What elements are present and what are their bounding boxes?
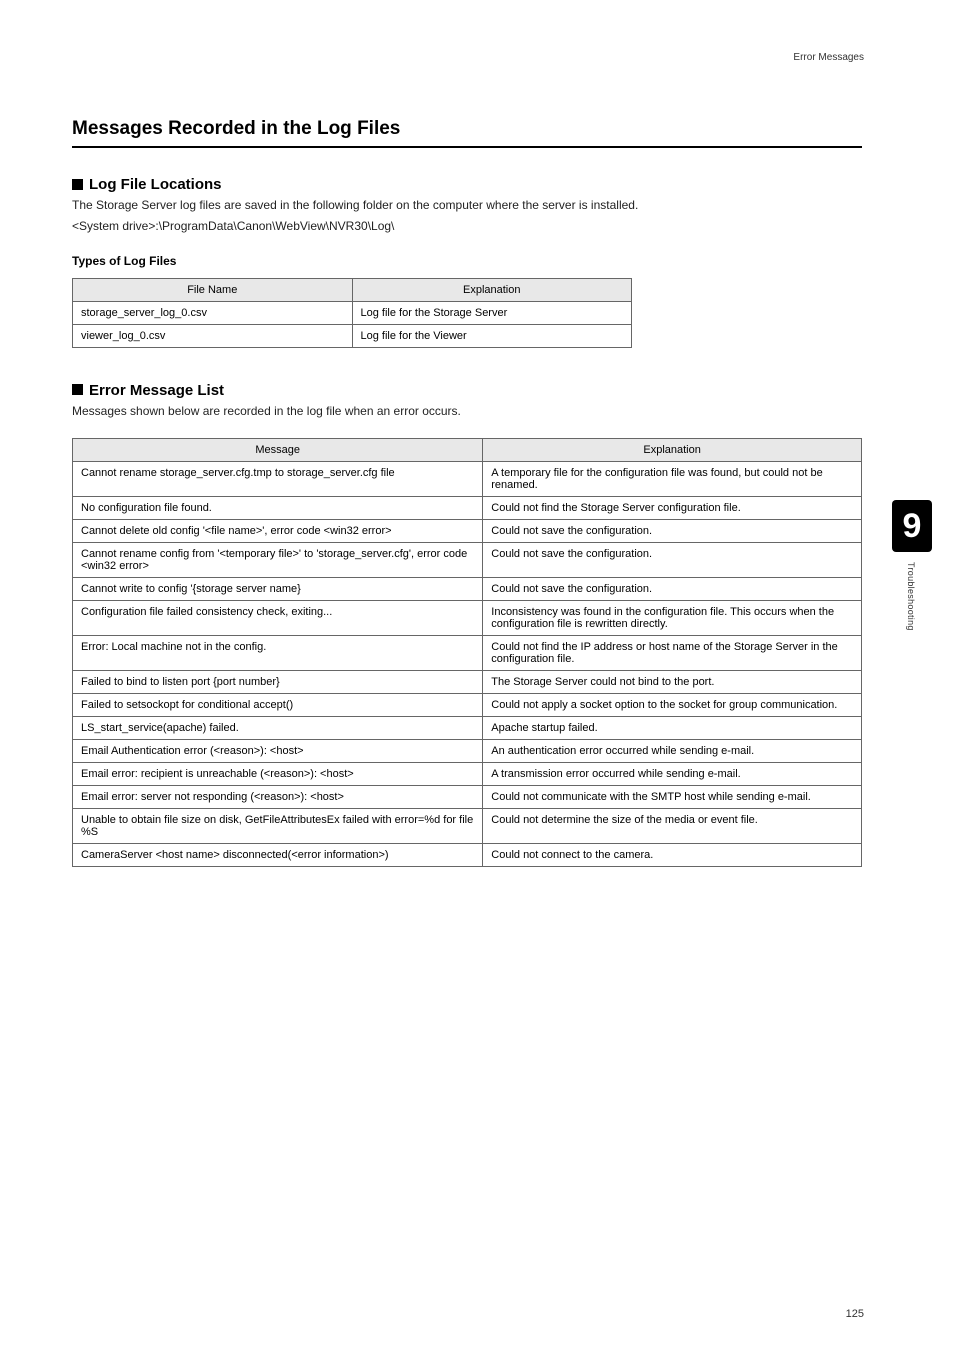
table-cell: Failed to bind to listen port {port numb… — [73, 671, 483, 694]
table-row: Email error: recipient is unreachable (<… — [73, 763, 862, 786]
table-row: Error: Local machine not in the config.C… — [73, 636, 862, 671]
types-of-log-files-label: Types of Log Files — [72, 254, 862, 268]
table-cell: No configuration file found. — [73, 497, 483, 520]
table-row: Cannot write to config '{storage server … — [73, 578, 862, 601]
error-messages-table: Message Explanation Cannot rename storag… — [72, 438, 862, 867]
table-row: Email error: server not responding (<rea… — [73, 786, 862, 809]
table-row: Failed to setsockopt for conditional acc… — [73, 694, 862, 717]
header-topic: Error Messages — [793, 52, 864, 63]
error-list-heading: Error Message List — [72, 382, 862, 399]
heading-text: Error Message List — [89, 382, 224, 399]
table-cell: Could not connect to the camera. — [483, 844, 862, 867]
table-cell: Cannot write to config '{storage server … — [73, 578, 483, 601]
table-cell: Email error: recipient is unreachable (<… — [73, 763, 483, 786]
chapter-label: Troubleshooting — [906, 562, 916, 631]
table-cell: Could not save the configuration. — [483, 543, 862, 578]
log-intro-2: <System drive>:\ProgramData\Canon\WebVie… — [72, 218, 862, 235]
table-cell: viewer_log_0.csv — [73, 324, 353, 347]
square-bullet-icon — [72, 384, 83, 395]
table-cell: Cannot delete old config '<file name>', … — [73, 520, 483, 543]
log-files-table: File Name Explanation storage_server_log… — [72, 278, 632, 348]
table-cell: Inconsistency was found in the configura… — [483, 601, 862, 636]
table-header-row: File Name Explanation — [73, 278, 632, 301]
table-cell: Cannot rename config from '<temporary fi… — [73, 543, 483, 578]
table-cell: Email error: server not responding (<rea… — [73, 786, 483, 809]
table-cell: Unable to obtain file size on disk, GetF… — [73, 809, 483, 844]
col-file-name: File Name — [73, 278, 353, 301]
table-cell: Could not apply a socket option to the s… — [483, 694, 862, 717]
table-row: Failed to bind to listen port {port numb… — [73, 671, 862, 694]
table-cell: Apache startup failed. — [483, 717, 862, 740]
table-cell: Could not save the configuration. — [483, 578, 862, 601]
table-cell: A temporary file for the configuration f… — [483, 462, 862, 497]
log-locations-heading: Log File Locations — [72, 176, 862, 193]
table-row: CameraServer <host name> disconnected(<e… — [73, 844, 862, 867]
table-cell: Could not find the Storage Server config… — [483, 497, 862, 520]
log-intro-1: The Storage Server log files are saved i… — [72, 197, 862, 214]
table-row: viewer_log_0.csvLog file for the Viewer — [73, 324, 632, 347]
table-cell: An authentication error occurred while s… — [483, 740, 862, 763]
table-row: Cannot rename storage_server.cfg.tmp to … — [73, 462, 862, 497]
table-row: No configuration file found.Could not fi… — [73, 497, 862, 520]
table-row: Cannot delete old config '<file name>', … — [73, 520, 862, 543]
table-cell: Could not determine the size of the medi… — [483, 809, 862, 844]
table-row: Configuration file failed consistency ch… — [73, 601, 862, 636]
col-explanation: Explanation — [483, 439, 862, 462]
main-content: Messages Recorded in the Log Files Log F… — [72, 118, 862, 867]
table-cell: LS_start_service(apache) failed. — [73, 717, 483, 740]
table-cell: Configuration file failed consistency ch… — [73, 601, 483, 636]
table-cell: Cannot rename storage_server.cfg.tmp to … — [73, 462, 483, 497]
table-cell: A transmission error occurred while send… — [483, 763, 862, 786]
table-cell: Error: Local machine not in the config. — [73, 636, 483, 671]
table-row: Unable to obtain file size on disk, GetF… — [73, 809, 862, 844]
error-list-intro: Messages shown below are recorded in the… — [72, 403, 862, 420]
table-row: storage_server_log_0.csvLog file for the… — [73, 301, 632, 324]
table-cell: Log file for the Viewer — [352, 324, 632, 347]
table-row: LS_start_service(apache) failed.Apache s… — [73, 717, 862, 740]
table-cell: The Storage Server could not bind to the… — [483, 671, 862, 694]
col-explanation: Explanation — [352, 278, 632, 301]
chapter-number-badge: 9 — [892, 500, 932, 552]
table-cell: Could not find the IP address or host na… — [483, 636, 862, 671]
table-cell: Could not communicate with the SMTP host… — [483, 786, 862, 809]
table-cell: Could not save the configuration. — [483, 520, 862, 543]
table-cell: Email Authentication error (<reason>): <… — [73, 740, 483, 763]
page-number: 125 — [846, 1308, 864, 1320]
table-cell: Failed to setsockopt for conditional acc… — [73, 694, 483, 717]
section-title: Messages Recorded in the Log Files — [72, 118, 862, 148]
square-bullet-icon — [72, 179, 83, 190]
heading-text: Log File Locations — [89, 176, 222, 193]
table-row: Cannot rename config from '<temporary fi… — [73, 543, 862, 578]
table-row: Email Authentication error (<reason>): <… — [73, 740, 862, 763]
table-cell: Log file for the Storage Server — [352, 301, 632, 324]
col-message: Message — [73, 439, 483, 462]
chapter-side-tab: 9 Troubleshooting — [892, 500, 932, 631]
table-header-row: Message Explanation — [73, 439, 862, 462]
table-cell: storage_server_log_0.csv — [73, 301, 353, 324]
table-cell: CameraServer <host name> disconnected(<e… — [73, 844, 483, 867]
